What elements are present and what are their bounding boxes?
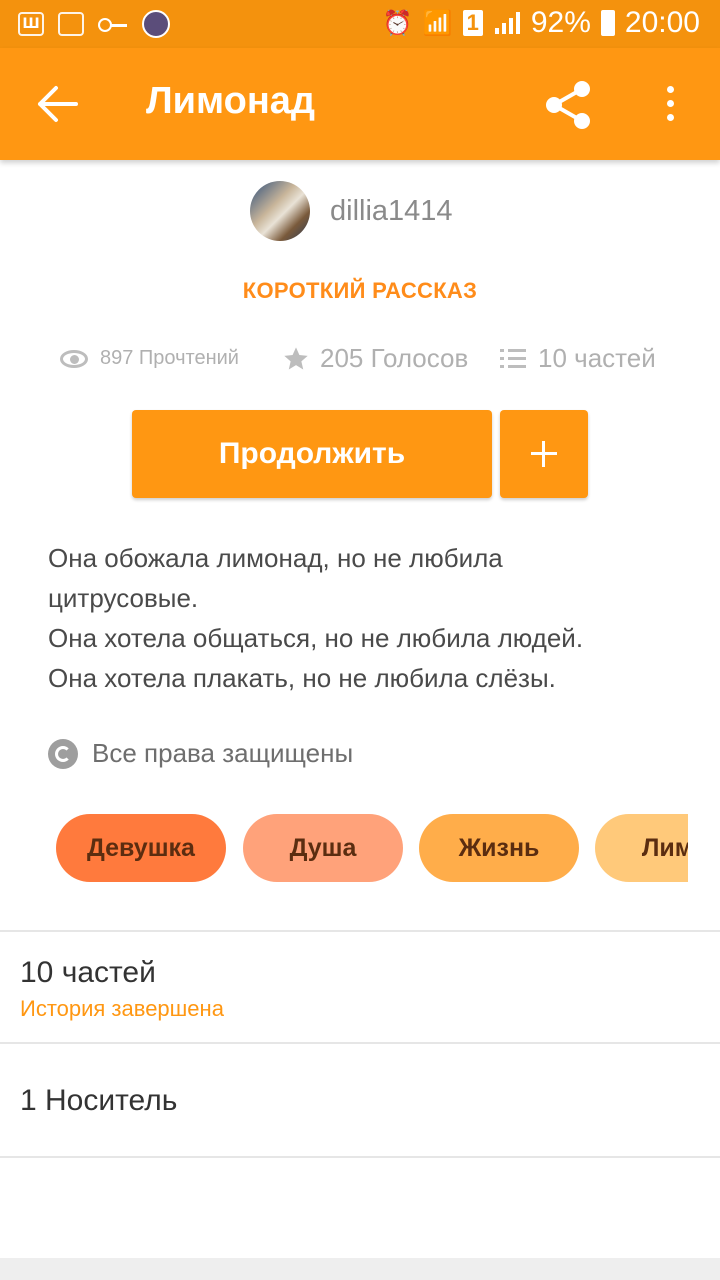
notification-avatar-icon xyxy=(142,10,170,38)
author-link[interactable]: dillia1414 xyxy=(250,180,453,242)
tags-row: Девушка Душа Жизнь Лимо xyxy=(56,814,688,882)
battery-icon xyxy=(600,10,615,36)
description-line: цитрусовые. xyxy=(48,583,199,613)
page-title: Лимонад xyxy=(146,80,316,122)
reads-count: 897 Прочтений xyxy=(100,347,239,369)
divider xyxy=(0,1042,720,1044)
signal-icon xyxy=(493,10,521,36)
battery-percent: 92% xyxy=(530,6,591,39)
tag-chip[interactable]: Душа xyxy=(243,814,403,882)
parts-section-title[interactable]: 10 частей xyxy=(20,956,156,990)
divider xyxy=(0,1156,720,1158)
description-line: Она хотела общаться, но не любила людей. xyxy=(48,623,584,653)
app-bar: Лимонад xyxy=(0,48,720,160)
copyright-icon xyxy=(48,738,78,769)
eye-icon xyxy=(60,349,88,368)
tag-chip[interactable]: Девушка xyxy=(56,814,226,882)
wifi-icon: 📶 xyxy=(422,9,453,37)
list-icon xyxy=(500,348,526,370)
votes-stat: 205 Голосов xyxy=(282,343,468,374)
continue-reading-button[interactable]: Продолжить xyxy=(132,410,492,498)
divider xyxy=(0,930,720,932)
tag-chip[interactable]: Жизнь xyxy=(419,814,579,882)
status-notifications: Ш xyxy=(18,10,170,38)
votes-count: 205 Голосов xyxy=(320,343,469,373)
clock: 20:00 xyxy=(624,6,700,39)
back-arrow-icon[interactable] xyxy=(30,82,82,126)
copyright-text: Все права защищены xyxy=(92,738,354,768)
image-icon xyxy=(58,12,84,36)
story-description: Она обожала лимонад, но не любила цитрус… xyxy=(48,538,688,698)
more-options-icon[interactable] xyxy=(652,80,688,128)
reads-stat: 897 Прочтений xyxy=(60,347,239,370)
story-category: КОРОТКИЙ РАССКАЗ xyxy=(242,278,478,303)
parts-count: 10 частей xyxy=(538,343,656,373)
parts-stat: 10 частей xyxy=(500,343,656,374)
story-status: История завершена xyxy=(20,996,224,1021)
add-to-library-button[interactable] xyxy=(500,410,588,498)
status-indicators: ⏰ 📶 1 92% 20:00 xyxy=(383,6,700,40)
description-line: Она хотела плакать, но не любила слёзы. xyxy=(48,663,556,693)
description-line: Она обожала лимонад, но не любила xyxy=(48,543,503,573)
sim-slot-icon: 1 xyxy=(462,10,483,36)
key-icon xyxy=(98,12,128,36)
status-bar: Ш ⏰ 📶 1 92% 20:00 xyxy=(0,0,720,48)
tag-chip[interactable]: Лимо xyxy=(595,814,688,882)
bottom-bar xyxy=(0,1258,720,1280)
author-name[interactable]: dillia1414 xyxy=(330,195,453,228)
author-avatar[interactable] xyxy=(250,181,310,241)
star-icon xyxy=(284,346,308,369)
alarm-icon: ⏰ xyxy=(382,9,413,37)
app-notification-icon: Ш xyxy=(18,12,44,36)
copyright-notice: Все права защищены xyxy=(48,738,353,769)
carrier-link[interactable]: 1 Носитель xyxy=(20,1084,177,1118)
share-icon[interactable] xyxy=(540,78,596,132)
